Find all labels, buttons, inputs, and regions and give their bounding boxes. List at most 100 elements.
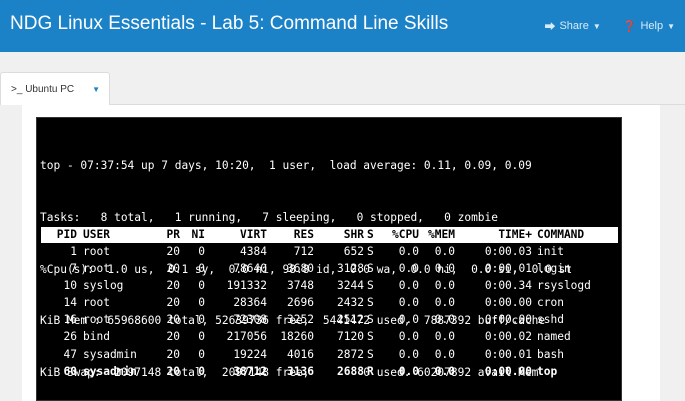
- cell-virt: 38712: [233, 364, 267, 378]
- cell-user: syslog: [83, 279, 124, 293]
- cell-command: bash: [537, 347, 564, 361]
- nav-links: ⮕ Share ▼ ❓ Help ▼: [544, 0, 675, 52]
- cell-ni: 0: [198, 245, 205, 258]
- cell-state: S: [367, 262, 374, 276]
- col-header-pr: PR: [166, 228, 180, 241]
- share-label: Share: [559, 20, 589, 32]
- cell-shr: 2432: [337, 296, 364, 310]
- col-header-virt: VIRT: [240, 228, 267, 241]
- cell-ni: 0: [198, 330, 205, 344]
- terminal-prompt-icon: >_: [11, 83, 23, 95]
- cell-cpu: 0.0: [398, 262, 419, 276]
- tab-ubuntu-pc[interactable]: >_ Ubuntu PC ▼: [0, 72, 110, 105]
- cell-res: 3136: [287, 364, 314, 378]
- cell-ni: 0: [198, 296, 205, 310]
- cell-mem: 0.0: [434, 296, 455, 310]
- cell-pr: 20: [166, 262, 180, 276]
- help-menu[interactable]: ❓ Help ▼: [623, 20, 675, 33]
- cell-time: 0:00.01: [484, 262, 532, 276]
- cell-mem: 0.0: [434, 330, 455, 344]
- cell-user: root: [83, 296, 110, 310]
- cell-time: 0:00.00: [484, 364, 532, 378]
- cell-user: root: [83, 313, 110, 327]
- cell-pid: 1: [70, 245, 77, 258]
- cell-pr: 20: [166, 347, 180, 361]
- cell-cpu: 0.0: [398, 330, 419, 344]
- cell-cpu: 0.0: [398, 347, 419, 361]
- cell-cpu: 0.0: [398, 364, 419, 378]
- cell-cpu: 0.0: [398, 296, 419, 310]
- table-row: 60 sysadmin 20 0 38712 3136 2688 R 0.0 0.0 0:00.00…: [40, 363, 620, 380]
- cell-virt: 78640: [233, 262, 267, 276]
- cell-res: 3748: [287, 279, 314, 293]
- cell-mem: 0.0: [434, 364, 455, 378]
- col-header-pid: PID: [56, 228, 77, 241]
- cell-user: sysadmin: [83, 347, 137, 361]
- tab-label: >_ Ubuntu PC: [11, 84, 74, 95]
- summary-line-tasks: Tasks: 8 total, 1 running, 7 sleeping, 0…: [40, 211, 499, 225]
- cell-res: 18260: [280, 330, 314, 344]
- process-table: PID USER PR NI VIRT RES SHR S %CPU %MEM …: [40, 227, 620, 380]
- cell-pr: 20: [166, 313, 180, 327]
- cell-pid: 7: [70, 262, 77, 276]
- table-row: 47 sysadmin 20 0 19224 4016 2872 S 0.0 0.0 0:00.01…: [40, 346, 620, 363]
- cell-time: 0:00.00: [484, 313, 532, 327]
- col-header-mem: %MEM: [428, 228, 455, 241]
- cell-mem: 0.0: [434, 279, 455, 293]
- cell-state: R: [367, 364, 374, 378]
- table-row: 1 root 20 0 4384 712 652 S 0.0 0.0 0:00.03 init: [40, 243, 620, 260]
- cell-pid: 16: [63, 313, 77, 327]
- cell-state: S: [367, 347, 374, 361]
- cell-virt: 28364: [233, 296, 267, 310]
- cell-pid: 60: [63, 364, 77, 378]
- cell-user: bind: [83, 330, 110, 344]
- cell-mem: 0.0: [434, 347, 455, 361]
- cell-ni: 0: [198, 347, 205, 361]
- cell-virt: 4384: [240, 245, 267, 258]
- cell-cpu: 0.0: [398, 279, 419, 293]
- cell-virt: 72308: [233, 313, 267, 327]
- cell-state: S: [367, 279, 374, 293]
- table-row: 10 syslog 20 0 191332 3748 3244 S 0.0 0.0 0:00.34 r…: [40, 277, 620, 294]
- cell-mem: 0.0: [434, 245, 455, 258]
- cell-res: 712: [293, 245, 314, 258]
- cell-pid: 14: [63, 296, 77, 310]
- cell-command: rsyslogd: [537, 279, 591, 293]
- process-rows: 1 root 20 0 4384 712 652 S 0.0 0.0 0:00.03 init 7 roo…: [40, 243, 620, 380]
- cell-pr: 20: [166, 279, 180, 293]
- cell-shr: 2688: [337, 364, 364, 378]
- cell-virt: 19224: [233, 347, 267, 361]
- col-header-res: RES: [293, 228, 314, 241]
- cell-pid: 47: [63, 347, 77, 361]
- cell-state: S: [367, 330, 374, 344]
- page-title: NDG Linux Essentials - Lab 5: Command Li…: [10, 13, 449, 34]
- summary-line-uptime: top - 07:37:54 up 7 days, 10:20, 1 user,…: [40, 159, 532, 173]
- chevron-down-icon: ▼: [667, 21, 675, 31]
- share-menu[interactable]: ⮕ Share ▼: [544, 18, 600, 34]
- col-header-state: S: [367, 228, 374, 241]
- cell-shr: 3244: [337, 279, 364, 293]
- cell-state: S: [367, 245, 374, 258]
- cell-pr: 20: [166, 245, 180, 258]
- cell-time: 0:00.02: [484, 330, 532, 344]
- cell-pid: 10: [63, 279, 77, 293]
- chevron-down-icon: ▼: [592, 21, 601, 31]
- table-header-row: PID USER PR NI VIRT RES SHR S %CPU %MEM …: [40, 227, 620, 243]
- cell-time: 0:00.34: [484, 279, 532, 293]
- tab-name: Ubuntu PC: [25, 83, 75, 95]
- cell-pid: 26: [63, 330, 77, 344]
- cell-mem: 0.0: [434, 262, 455, 276]
- cell-ni: 0: [198, 313, 205, 327]
- table-row: 7 root 20 0 78640 3680 3128 S 0.0 0.0 0:00.01 login: [40, 260, 620, 277]
- col-header-user: USER: [83, 228, 110, 241]
- cell-shr: 652: [343, 245, 364, 258]
- cell-time: 0:00.03: [484, 245, 532, 258]
- cell-ni: 0: [198, 262, 205, 276]
- cell-shr: 3128: [337, 262, 364, 276]
- chevron-down-icon[interactable]: ▼: [92, 85, 100, 94]
- cell-user: root: [83, 262, 110, 276]
- share-icon: ⮕: [544, 21, 556, 33]
- cell-command: sshd: [537, 313, 564, 327]
- col-header-ni: NI: [191, 228, 205, 241]
- cell-shr: 7120: [337, 330, 364, 344]
